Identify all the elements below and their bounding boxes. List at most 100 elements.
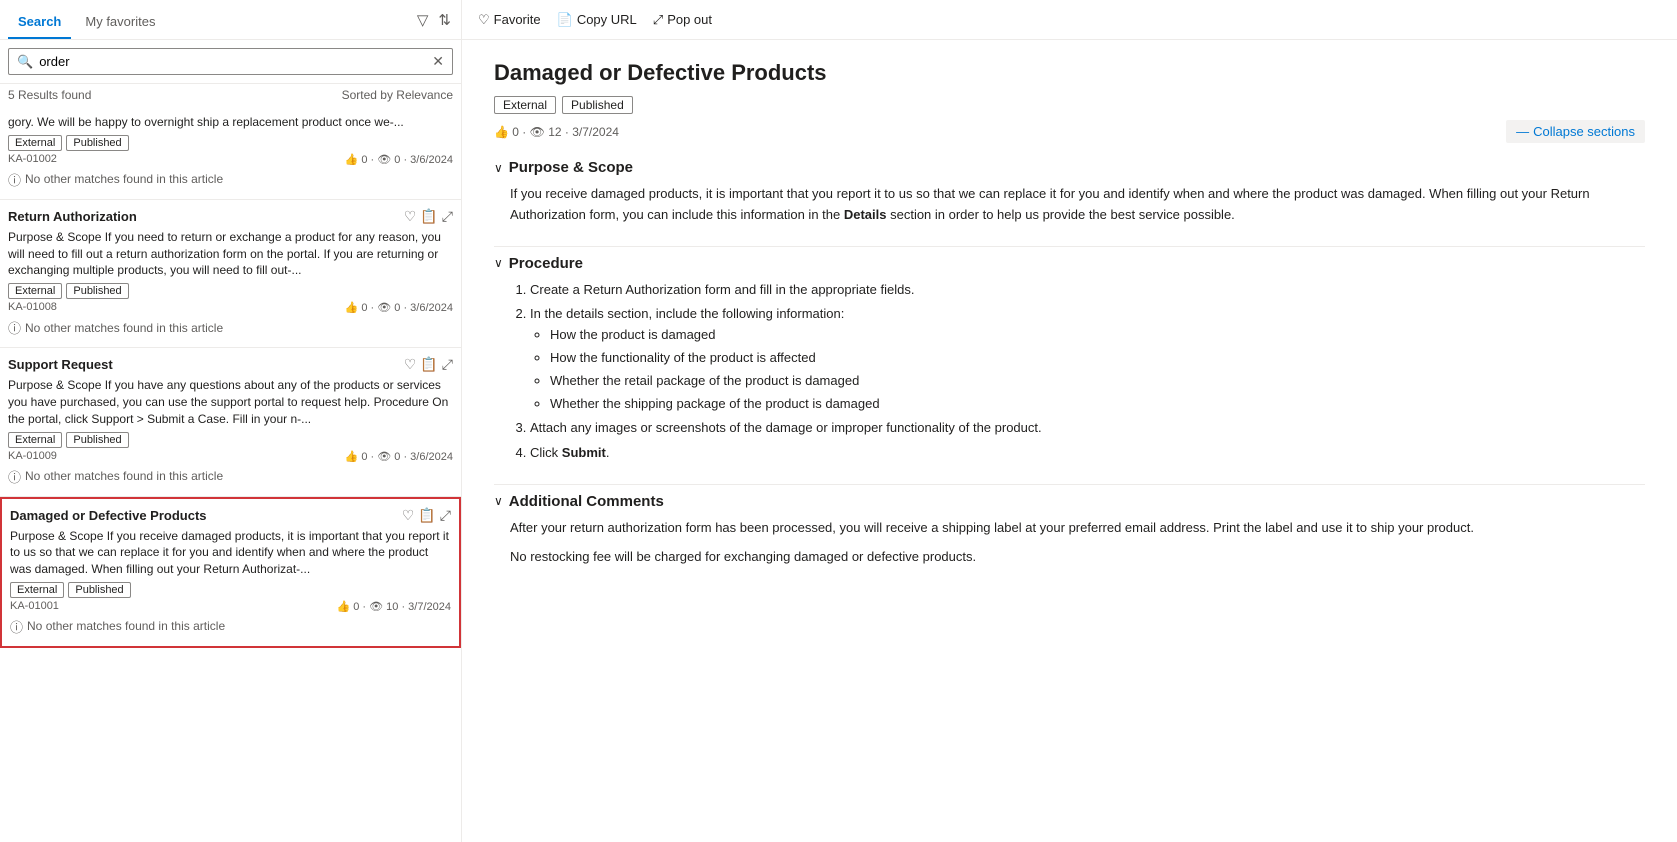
result-tags: External Published bbox=[8, 283, 453, 299]
result-stats: 👍 0 · 👁 10 · 3/7/2024 bbox=[336, 600, 451, 613]
tag-external: External bbox=[8, 135, 62, 151]
sort-icon[interactable]: ⇅ bbox=[436, 9, 453, 31]
result-stats: 👍 0 · 👁 0 · 3/6/2024 bbox=[345, 301, 453, 314]
result-actions: ♡ 📋 ⤢ bbox=[404, 208, 453, 225]
copy-icon[interactable]: 📋 bbox=[420, 356, 437, 373]
result-title: Return Authorization bbox=[8, 209, 137, 224]
section-additional-comments: ∨ Additional Comments After your return … bbox=[494, 493, 1645, 568]
article-title: Damaged or Defective Products bbox=[494, 60, 1645, 86]
list-item-selected[interactable]: Damaged or Defective Products ♡ 📋 ⤢ Purp… bbox=[0, 497, 461, 648]
result-ka: KA-01008 bbox=[8, 301, 57, 314]
info-icon: ⓘ bbox=[8, 170, 21, 189]
tag-published: Published bbox=[66, 283, 128, 299]
info-icon: ⓘ bbox=[8, 318, 21, 337]
collapse-icon: — bbox=[1516, 124, 1529, 139]
search-bar: 🔍 ✕ bbox=[0, 40, 461, 84]
article-toolbar: ♡ Favorite 📄 Copy URL ⤢ Pop out bbox=[462, 0, 1677, 40]
result-title: Support Request bbox=[8, 357, 113, 372]
results-header: 5 Results found Sorted by Relevance bbox=[0, 84, 461, 106]
result-title: Damaged or Defective Products bbox=[10, 508, 207, 523]
list-item[interactable]: gory. We will be happy to overnight ship… bbox=[0, 106, 461, 200]
tab-icon-group: ▽ ⇅ bbox=[415, 9, 453, 31]
popout-icon: ⤢ bbox=[653, 12, 663, 28]
result-snippet: Purpose & Scope If you have any question… bbox=[8, 377, 453, 427]
section-content-procedure: Create a Return Authorization form and f… bbox=[494, 280, 1645, 464]
result-meta: KA-01002 👍 0 · 👁 0 · 3/6/2024 bbox=[8, 153, 453, 166]
section-header-comments[interactable]: ∨ Additional Comments bbox=[494, 493, 1645, 510]
section-purpose-scope: ∨ Purpose & Scope If you receive damaged… bbox=[494, 159, 1645, 226]
search-input[interactable] bbox=[39, 54, 426, 69]
popout-icon[interactable]: ⤢ bbox=[442, 208, 453, 225]
result-tags: External Published bbox=[8, 135, 453, 151]
section-title-purpose: Purpose & Scope bbox=[509, 159, 633, 176]
tab-bar: Search My favorites ▽ ⇅ bbox=[0, 0, 461, 40]
section-title-comments: Additional Comments bbox=[509, 493, 664, 510]
left-panel: Search My favorites ▽ ⇅ 🔍 ✕ 5 Results fo… bbox=[0, 0, 462, 842]
list-item[interactable]: Return Authorization ♡ 📋 ⤢ Purpose & Sco… bbox=[0, 200, 461, 348]
article-tag-published: Published bbox=[562, 96, 633, 114]
result-title-row: Damaged or Defective Products ♡ 📋 ⤢ bbox=[10, 507, 451, 524]
chevron-down-icon: ∨ bbox=[494, 256, 503, 270]
results-count: 5 Results found bbox=[8, 88, 91, 102]
result-actions: ♡ 📋 ⤢ bbox=[404, 356, 453, 373]
result-stats: 👍 0 · 👁 0 · 3/6/2024 bbox=[345, 450, 453, 463]
copy-icon[interactable]: 📋 bbox=[420, 208, 437, 225]
copy-url-icon: 📄 bbox=[557, 12, 573, 28]
section-header-procedure[interactable]: ∨ Procedure bbox=[494, 255, 1645, 272]
section-header-purpose[interactable]: ∨ Purpose & Scope bbox=[494, 159, 1645, 176]
popout-icon[interactable]: ⤢ bbox=[440, 507, 451, 524]
favorite-icon[interactable]: ♡ bbox=[404, 356, 417, 373]
result-meta: KA-01008 👍 0 · 👁 0 · 3/6/2024 bbox=[8, 301, 453, 314]
info-icon: ⓘ bbox=[10, 617, 23, 636]
sort-label: Sorted by Relevance bbox=[342, 88, 453, 102]
favorite-icon[interactable]: ♡ bbox=[402, 507, 415, 524]
section-procedure: ∨ Procedure Create a Return Authorizatio… bbox=[494, 255, 1645, 464]
copy-url-button[interactable]: 📄 Copy URL bbox=[557, 12, 637, 28]
comment-paragraph-2: No restocking fee will be charged for ex… bbox=[510, 547, 1645, 568]
no-match-notice: ⓘ No other matches found in this article bbox=[8, 314, 453, 341]
article-meta: 👍 0 · 👁 12 · 3/7/2024 — Collapse section… bbox=[494, 120, 1645, 143]
favorite-icon[interactable]: ♡ bbox=[404, 208, 417, 225]
article-tag-external: External bbox=[494, 96, 556, 114]
info-icon: ⓘ bbox=[8, 467, 21, 486]
section-divider bbox=[494, 246, 1645, 247]
copy-icon[interactable]: 📋 bbox=[418, 507, 435, 524]
procedure-sub-list: How the product is damaged How the funct… bbox=[530, 325, 1645, 414]
result-meta: KA-01009 👍 0 · 👁 0 · 3/6/2024 bbox=[8, 450, 453, 463]
favorite-button[interactable]: ♡ Favorite bbox=[478, 12, 541, 28]
right-panel: ♡ Favorite 📄 Copy URL ⤢ Pop out Damaged … bbox=[462, 0, 1677, 842]
comment-paragraph-1: After your return authorization form has… bbox=[510, 518, 1645, 539]
search-input-wrap: 🔍 ✕ bbox=[8, 48, 453, 75]
heart-icon: ♡ bbox=[478, 12, 490, 28]
procedure-step-4: Click Submit. bbox=[530, 443, 1645, 464]
section-content-comments: After your return authorization form has… bbox=[494, 518, 1645, 568]
section-content-purpose: If you receive damaged products, it is i… bbox=[494, 184, 1645, 226]
sub-item-2: How the functionality of the product is … bbox=[550, 348, 1645, 369]
result-title-row: Return Authorization ♡ 📋 ⤢ bbox=[8, 208, 453, 225]
result-title-row: Support Request ♡ 📋 ⤢ bbox=[8, 356, 453, 373]
sub-item-4: Whether the shipping package of the prod… bbox=[550, 394, 1645, 415]
result-snippet: Purpose & Scope If you need to return or… bbox=[8, 229, 453, 279]
clear-search-button[interactable]: ✕ bbox=[432, 53, 444, 70]
list-item[interactable]: Support Request ♡ 📋 ⤢ Purpose & Scope If… bbox=[0, 348, 461, 496]
article-meta-left: 👍 0 · 👁 12 · 3/7/2024 bbox=[494, 125, 619, 139]
popout-icon[interactable]: ⤢ bbox=[442, 356, 453, 373]
search-icon: 🔍 bbox=[17, 54, 33, 70]
result-ka: KA-01002 bbox=[8, 153, 57, 166]
results-list: gory. We will be happy to overnight ship… bbox=[0, 106, 461, 842]
result-meta: KA-01001 👍 0 · 👁 10 · 3/7/2024 bbox=[10, 600, 451, 613]
section-divider bbox=[494, 484, 1645, 485]
pop-out-button[interactable]: ⤢ Pop out bbox=[653, 12, 712, 28]
tab-favorites[interactable]: My favorites bbox=[75, 6, 165, 39]
tag-published: Published bbox=[68, 582, 130, 598]
filter-icon[interactable]: ▽ bbox=[415, 9, 431, 31]
collapse-sections-button[interactable]: — Collapse sections bbox=[1506, 120, 1645, 143]
result-actions: ♡ 📋 ⤢ bbox=[402, 507, 451, 524]
no-match-notice: ⓘ No other matches found in this article bbox=[8, 463, 453, 490]
result-ka: KA-01009 bbox=[8, 450, 57, 463]
chevron-down-icon: ∨ bbox=[494, 161, 503, 175]
sub-item-1: How the product is damaged bbox=[550, 325, 1645, 346]
procedure-step-1: Create a Return Authorization form and f… bbox=[530, 280, 1645, 301]
tab-search[interactable]: Search bbox=[8, 6, 71, 39]
tag-published: Published bbox=[66, 135, 128, 151]
